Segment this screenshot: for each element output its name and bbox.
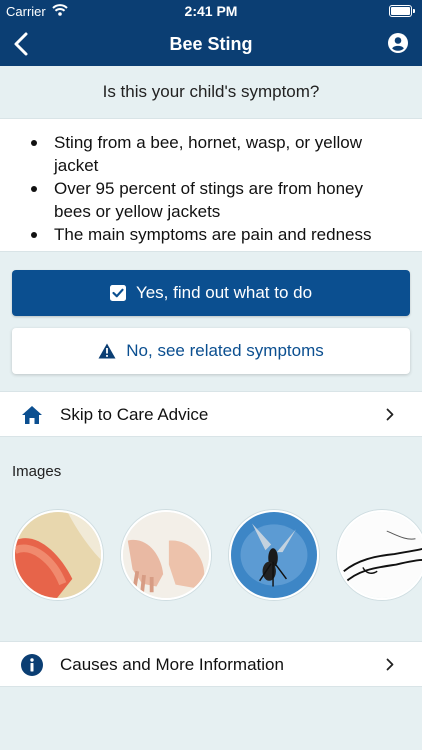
yes-button[interactable]: Yes, find out what to do	[12, 270, 410, 316]
image-thumbnail-sketch[interactable]	[337, 510, 422, 600]
app-header: Carrier 2:41 PM Bee Sting	[0, 0, 422, 66]
symptom-item: Sting from a bee, hornet, wasp, or yello…	[0, 131, 422, 177]
page-title: Bee Sting	[169, 34, 253, 54]
account-icon[interactable]	[388, 33, 408, 53]
causes-and-more-info-row[interactable]: Causes and More Information	[0, 641, 422, 687]
symptom-item: Over 95 percent of stings are from honey…	[0, 177, 422, 223]
causes-label: Causes and More Information	[60, 655, 284, 674]
battery-icon	[389, 5, 415, 17]
skip-to-care-advice-row[interactable]: Skip to Care Advice	[0, 391, 422, 437]
warning-icon	[98, 343, 116, 359]
checkbox-checked-icon	[109, 285, 126, 301]
status-time: 2:41 PM	[184, 3, 238, 19]
images-section-label: Images	[12, 463, 62, 480]
chevron-right-icon	[386, 658, 394, 671]
info-icon	[21, 654, 43, 676]
symptom-question: Is this your child's symptom?	[102, 82, 320, 101]
status-bar: Carrier 2:41 PM	[0, 0, 422, 22]
image-thumbnail-wasp[interactable]	[229, 510, 319, 600]
image-thumbnail-arm-sting[interactable]	[13, 510, 103, 600]
care-advice-label: Skip to Care Advice	[60, 405, 209, 424]
nav-bar: Bee Sting	[0, 22, 422, 66]
symptom-item: The main symptoms are pain and redness	[0, 223, 422, 246]
chevron-right-icon	[386, 408, 394, 421]
yes-button-label: Yes, find out what to do	[135, 283, 313, 302]
no-button-label: No, see related symptoms	[126, 341, 324, 360]
no-button[interactable]: No, see related symptoms	[12, 328, 410, 374]
image-thumbnail-swollen-hand[interactable]	[121, 510, 211, 600]
symptom-list-card: Sting from a bee, hornet, wasp, or yello…	[0, 118, 422, 252]
home-icon	[22, 406, 42, 424]
